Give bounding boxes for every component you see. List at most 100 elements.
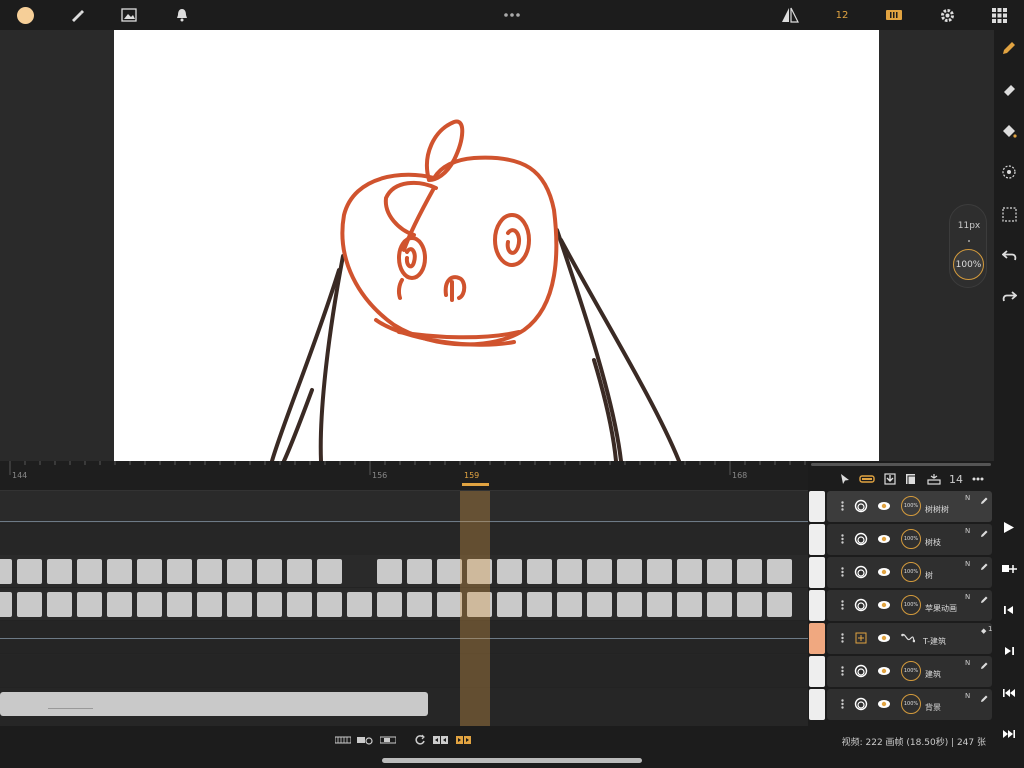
frame-cell[interactable] [107,592,132,617]
tracks-area[interactable] [0,491,808,726]
fill-icon[interactable] [997,119,1021,143]
frame-cell[interactable] [737,559,762,584]
panel-grabber[interactable] [811,463,991,466]
frame-cell[interactable] [767,559,792,584]
layer-row[interactable]: 100% 树 N [808,557,994,588]
frame-cell[interactable] [557,559,582,584]
redo-icon[interactable] [997,284,1021,308]
onion-skin-icon[interactable] [854,664,868,678]
pencil-icon[interactable] [997,36,1021,60]
frame-cell[interactable] [707,559,732,584]
brush-size-label[interactable]: 11px [950,221,988,231]
onion-skin-icon[interactable] [854,532,868,546]
layer-thumbnail[interactable] [809,491,825,522]
smudge-icon[interactable] [997,160,1021,184]
layer-body[interactable]: 100% 树树树 N [827,491,992,522]
layer-row[interactable]: 100% 背景 N [808,689,994,720]
zoom-timeline-icon[interactable] [357,734,373,746]
layer-row[interactable]: 100% 建筑 N [808,656,994,687]
layer-thumbnail[interactable] [809,623,825,654]
blend-mode[interactable]: N [965,560,970,568]
frame-cell[interactable] [227,559,252,584]
first-frame-icon[interactable] [997,681,1021,705]
bell-icon[interactable] [171,4,193,26]
frame-cell[interactable] [107,559,132,584]
layer-opacity[interactable]: 100% [901,661,921,681]
layer-thumbnail[interactable] [809,524,825,555]
group-icon[interactable] [854,631,868,645]
frame-cell[interactable] [137,559,162,584]
frame-cell[interactable] [167,559,192,584]
image-icon[interactable] [118,4,140,26]
drag-handle-icon[interactable] [835,598,849,612]
select-icon[interactable] [997,202,1021,226]
eye-icon[interactable] [877,565,891,579]
frame-cell[interactable] [317,559,342,584]
layer-body[interactable]: 100% 背景 N [827,689,992,720]
frame-cell[interactable] [77,559,102,584]
frame-cell[interactable] [557,592,582,617]
frame-cell[interactable] [0,592,12,617]
edit-icon[interactable] [977,493,991,507]
frame-cell[interactable] [257,559,282,584]
brush-opacity-button[interactable]: 100% [953,249,984,280]
frame-cell[interactable] [377,559,402,584]
track-row[interactable] [0,588,808,621]
eye-icon[interactable] [877,532,891,546]
drag-handle-icon[interactable] [835,565,849,579]
drag-handle-icon[interactable] [835,631,849,645]
blend-mode[interactable]: N [965,593,970,601]
merge-layer-icon[interactable] [926,471,942,487]
frame-cell[interactable] [317,592,342,617]
edit-icon[interactable] [977,691,991,705]
layer-row[interactable]: 100% 树树树 N [808,491,994,522]
next-frame-icon[interactable] [997,639,1021,663]
drag-handle-icon[interactable] [835,499,849,513]
onion-forward-icon[interactable] [456,734,472,746]
onion-skin-icon[interactable] [854,598,868,612]
track-row[interactable] [0,491,808,524]
frame-cell[interactable] [587,559,612,584]
frame-cell[interactable] [287,559,312,584]
frame-cell[interactable] [617,559,642,584]
layer-thumbnail[interactable] [809,656,825,687]
track-row[interactable] [0,555,808,588]
eraser-icon[interactable] [997,78,1021,102]
frame-mode-icon[interactable] [858,471,876,487]
frame-cell[interactable] [197,592,222,617]
frame-cell[interactable] [677,592,702,617]
frames-view-icon[interactable] [335,734,351,746]
frame-cell[interactable] [47,592,72,617]
eye-icon[interactable] [877,598,891,612]
layer-body[interactable]: 100% 树枝 N [827,524,992,555]
layer-thumbnail[interactable] [809,590,825,621]
frame-cell[interactable] [17,559,42,584]
playhead-handle[interactable] [462,483,489,486]
frame-cell[interactable] [737,592,762,617]
blend-mode[interactable]: N [965,692,970,700]
layer-thumbnail[interactable] [809,689,825,720]
frame-cell[interactable] [377,592,402,617]
eye-icon[interactable] [877,499,891,513]
layer-opacity[interactable]: 100% [901,694,921,714]
layer-row[interactable]: T-建筑 1 ◆ [808,623,994,654]
frame-cell[interactable] [197,559,222,584]
frame-cell[interactable] [17,592,42,617]
edit-icon[interactable] [977,592,991,606]
layer-row[interactable]: 100% 树枝 N [808,524,994,555]
last-frame-icon[interactable] [997,722,1021,746]
frame-cell[interactable] [497,559,522,584]
frame-cell[interactable] [347,592,372,617]
settings-icon[interactable] [936,4,958,26]
frame-cell[interactable] [527,559,552,584]
frame-cell[interactable] [677,559,702,584]
frame-ruler[interactable]: 144 156 159 168 [0,461,808,491]
layer-thumbnail[interactable] [809,557,825,588]
layer-more-icon[interactable] [970,471,986,487]
edit-icon[interactable] [977,658,991,672]
home-indicator[interactable] [382,758,642,763]
color-picker-button[interactable] [13,4,37,26]
edit-icon[interactable] [977,526,991,540]
layer-body[interactable]: 100% 建筑 N [827,656,992,687]
layer-opacity[interactable]: 100% [901,595,921,615]
